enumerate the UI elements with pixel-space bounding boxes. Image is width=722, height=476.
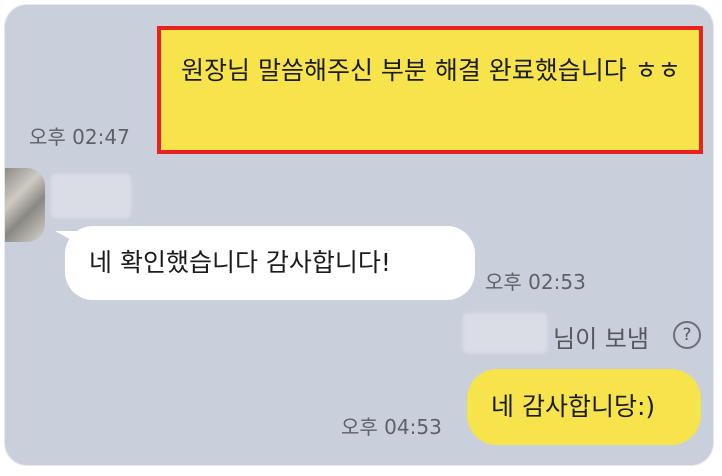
message-timestamp: 오후 02:47 [29,125,130,149]
message-timestamp: 오후 02:53 [485,270,586,294]
sent-by-label: 님이 보냄 [553,325,649,353]
sent-by-name-blurred [463,313,547,353]
avatar[interactable] [5,168,45,242]
message-bubble-sent[interactable]: 네 감사합니당:) [467,369,701,445]
sender-name-blurred [51,174,131,218]
help-icon[interactable]: ? [673,321,701,349]
message-bubble-sent-highlighted[interactable]: 원장님 말씀해주신 부분 해결 완료했습니다 ㅎㅎ [157,26,703,154]
message-text: 네 감사합니당:) [491,392,656,421]
message-bubble-received[interactable]: 네 확인했습니다 감사합니다! [65,226,475,300]
message-text: 원장님 말씀해주신 부분 해결 완료했습니다 ㅎㅎ [181,56,681,85]
message-text: 네 확인했습니다 감사합니다! [89,248,391,277]
chat-window: 원장님 말씀해주신 부분 해결 완료했습니다 ㅎㅎ 오후 02:47 네 확인했… [5,5,713,465]
message-timestamp: 오후 04:53 [341,415,442,439]
